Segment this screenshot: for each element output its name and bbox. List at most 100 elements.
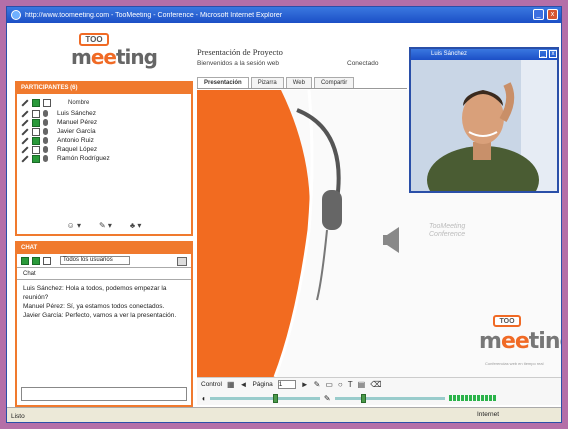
level-bar (472, 395, 476, 401)
level-bar (456, 395, 460, 401)
page-content: TOO meeting PARTICIPANTES (6) Nombre Lui… (7, 23, 561, 407)
participant-row[interactable]: Ramón Rodríguez (17, 154, 191, 163)
chat-tab[interactable]: Chat (17, 268, 191, 280)
stage-logo-word-highlight: ee (500, 329, 530, 354)
video-minimize-button[interactable]: _ (539, 50, 547, 58)
participant-name: Raquel López (57, 146, 98, 153)
stage-logo-tag: TOO (493, 315, 521, 327)
camera-status-icon[interactable] (32, 127, 40, 136)
logo-word: meeting (71, 45, 158, 69)
camera-status-icon[interactable] (32, 154, 40, 163)
prev-page-icon[interactable]: ◄ (240, 380, 248, 389)
microphone-icon[interactable] (43, 110, 48, 117)
logo-word-highlight: ee (90, 45, 117, 69)
group-icon[interactable] (43, 256, 51, 265)
chat-message: Manuel Pérez: Sí, ya estamos todos conec… (23, 303, 165, 310)
fill-tool-icon[interactable]: ▤ (358, 380, 366, 389)
next-page-icon[interactable]: ► (301, 380, 309, 389)
stage-caption-line2: Conference (429, 231, 466, 238)
window-title: http://www.toomeeting.com - TooMeeting -… (25, 11, 283, 19)
text-tool-icon[interactable]: T (348, 380, 353, 389)
pencil-icon[interactable] (21, 154, 29, 163)
status-bar: Listo Internet (7, 407, 561, 422)
camera-status-icon[interactable] (32, 136, 40, 145)
pencil-icon[interactable] (21, 127, 29, 136)
participants-toolbar: Nombre (17, 97, 191, 109)
tab-0[interactable]: Presentación (197, 77, 249, 88)
tab-1[interactable]: Pizarra (250, 77, 284, 88)
headset-earpiece-icon (322, 190, 342, 230)
stage-logo-word-a: m (479, 329, 502, 354)
camera-status-icon[interactable] (32, 145, 40, 154)
microphone-icon[interactable] (43, 137, 48, 144)
page-number-input[interactable]: 1 (277, 380, 296, 389)
microphone-icon[interactable] (43, 146, 48, 153)
user-options-icon[interactable]: ♣ ▾ (130, 221, 142, 230)
security-zone: Internet (477, 411, 500, 418)
pencil-icon[interactable] (21, 118, 29, 127)
chat-settings-icon[interactable] (177, 257, 187, 266)
left-panel: TOO meeting PARTICIPANTES (6) Nombre Lui… (15, 23, 193, 407)
participant-row[interactable]: Antonio Ruiz (17, 136, 191, 145)
stage-caption-line1: TooMeeting (429, 223, 466, 230)
internet-explorer-icon (11, 10, 21, 20)
close-button[interactable]: x (547, 9, 558, 20)
microphone-icon[interactable] (43, 119, 48, 126)
control-label[interactable]: Control (201, 381, 222, 388)
ellipse-tool-icon[interactable]: ○ (338, 380, 343, 389)
edit-user-icon[interactable]: ✎ ▾ (99, 221, 112, 230)
pencil-icon[interactable] (21, 109, 29, 118)
pencil-icon[interactable] (21, 99, 29, 107)
conference-subtitle: Bienvenidos a la sesión web (197, 60, 280, 67)
rectangle-tool-icon[interactable]: ▭ (325, 380, 333, 389)
logo-word-a: m (71, 45, 92, 69)
pencil-icon[interactable] (21, 145, 29, 154)
speaker-base (383, 235, 388, 245)
grid-icon[interactable]: ▦ (227, 380, 235, 389)
chat-message: Luis Sánchez: Hola a todos, podemos empe… (23, 285, 167, 301)
tab-3[interactable]: Compartir (313, 77, 355, 88)
participants-column-label: Nombre (68, 100, 90, 106)
chat-header: CHAT (17, 243, 191, 254)
tab-2[interactable]: Web (285, 77, 312, 88)
chat-recipient-select[interactable]: Todos los usuarios (60, 256, 130, 265)
participant-row[interactable]: Javier García (17, 127, 191, 136)
participant-name: Javier García (57, 128, 96, 135)
pen-tool-icon[interactable]: ✎ (314, 380, 321, 389)
participant-row[interactable]: Luis Sánchez (17, 109, 191, 118)
participants-header: PARTICIPANTES (6) (17, 83, 191, 94)
add-user-icon[interactable]: ☺ ▾ (67, 221, 81, 230)
eraser-tool-icon[interactable]: ⌫ (370, 380, 381, 389)
camera-toggle-icon[interactable] (32, 99, 40, 107)
pencil-icon[interactable] (21, 136, 29, 145)
minimize-button[interactable]: _ (533, 9, 544, 20)
microphone-icon[interactable] (43, 155, 48, 162)
chat-log: Luis Sánchez: Hola a todos, podemos empe… (17, 280, 191, 384)
conference-area: Presentación de Proyecto Bienvenidos a l… (197, 23, 561, 407)
participant-row[interactable]: Raquel López (17, 145, 191, 154)
camera-status-icon[interactable] (32, 118, 40, 127)
microphone-icon[interactable] (43, 128, 48, 135)
send-icon[interactable] (21, 256, 29, 265)
video-close-button[interactable]: x (549, 50, 557, 58)
stage-logo-slogan: Conferencias web en tiempo real (485, 361, 544, 366)
page-label: Página (252, 381, 273, 388)
webcam-image (411, 60, 557, 191)
video-window[interactable]: Luis Sánchez _ x (409, 47, 559, 193)
presentation-toolbar: Control ▦ ◄ Página 1 ► ✎ ▭ ○ T ▤ ⌫ (197, 377, 561, 391)
participant-name: Manuel Pérez (57, 119, 98, 126)
mic-slider[interactable] (334, 393, 445, 403)
level-bar (468, 395, 472, 401)
volume-slider[interactable] (209, 393, 320, 403)
mic-knob[interactable] (360, 393, 366, 403)
camera-status-icon[interactable] (32, 109, 40, 118)
user-icon[interactable] (43, 99, 51, 107)
participant-row[interactable]: Manuel Pérez (17, 118, 191, 127)
audio-level-meter (448, 395, 496, 401)
chat-input[interactable] (21, 387, 187, 401)
orange-shape (197, 90, 310, 377)
video-title: Luis Sánchez (431, 51, 468, 57)
toomeeting-logo: TOO meeting (65, 33, 158, 77)
private-chat-icon[interactable] (32, 256, 40, 265)
volume-knob[interactable] (272, 393, 278, 403)
